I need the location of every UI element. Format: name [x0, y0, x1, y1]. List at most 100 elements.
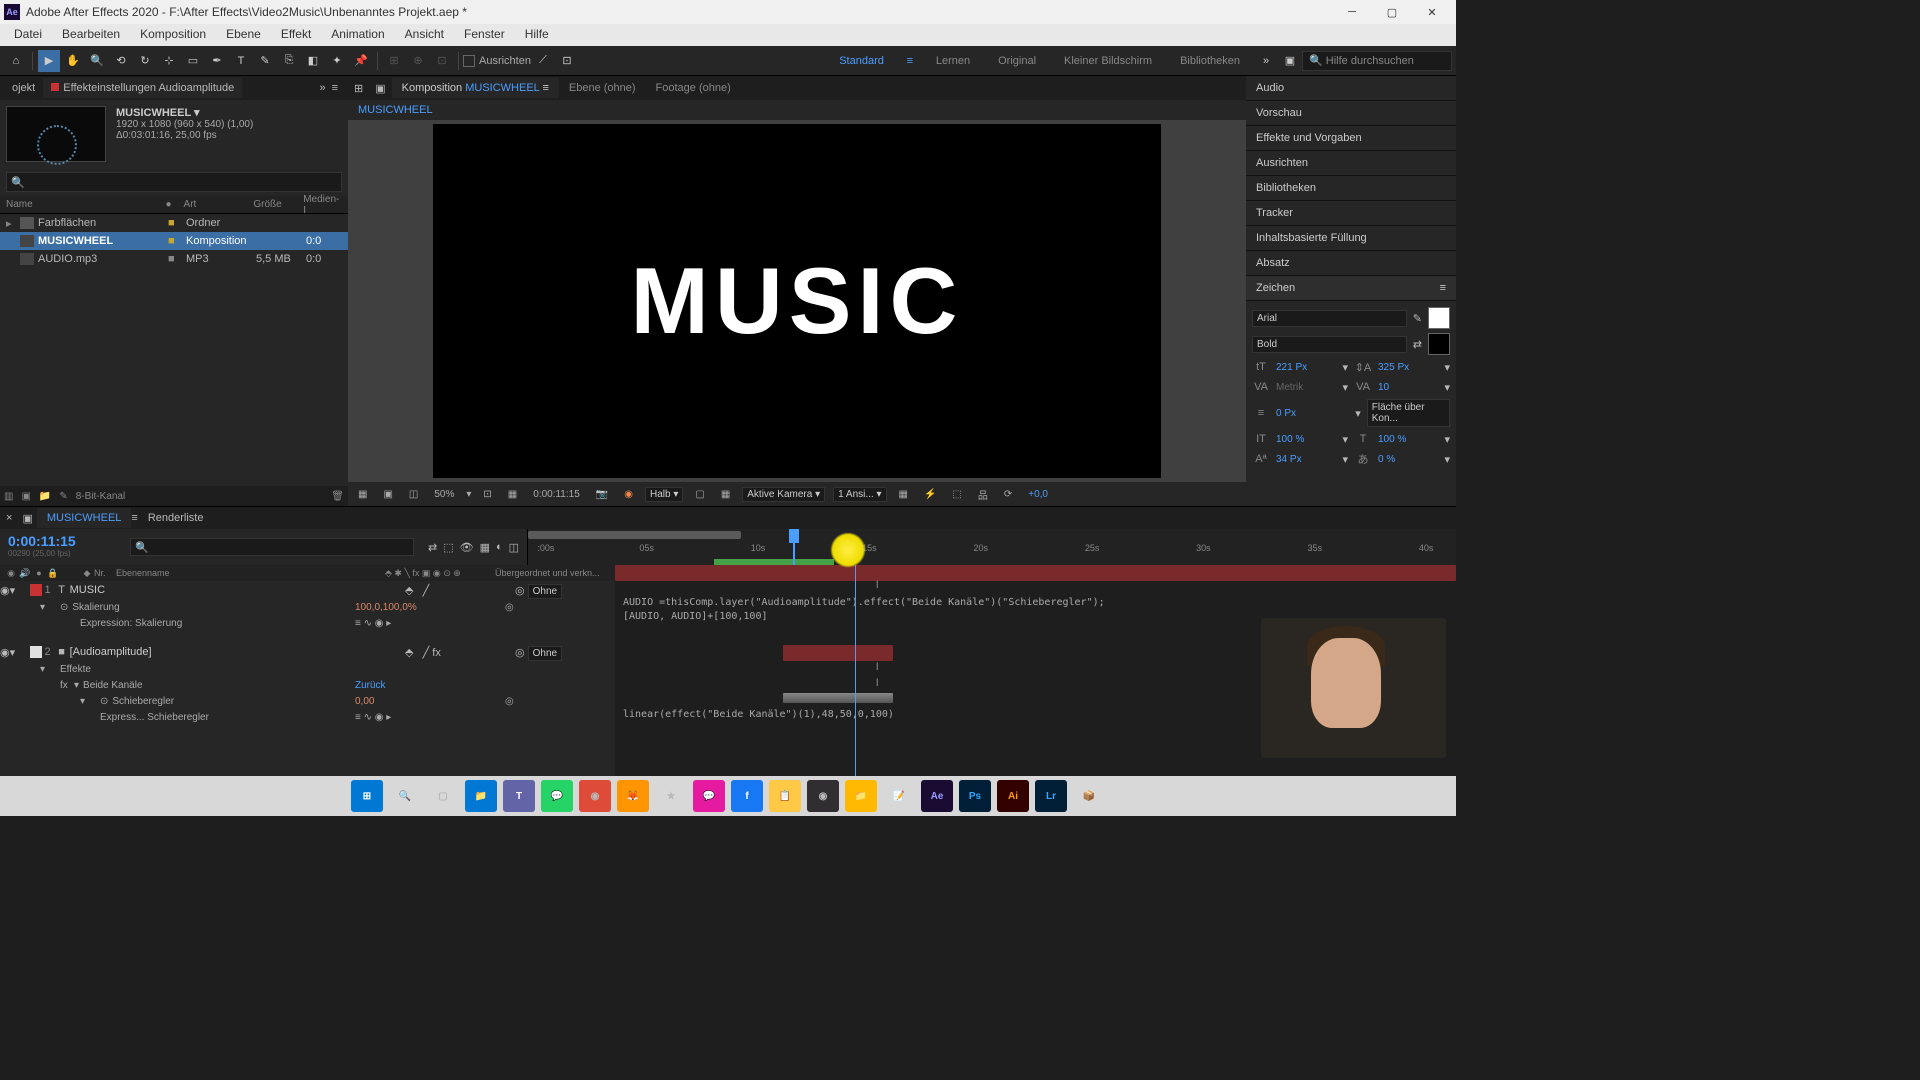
- teams-icon[interactable]: T: [503, 780, 535, 812]
- camera-select[interactable]: Aktive Kamera ▾: [742, 487, 825, 502]
- tab-layer[interactable]: Ebene (ohne): [559, 78, 646, 98]
- bit-depth[interactable]: 8-Bit-Kanal: [76, 491, 125, 502]
- new-folder-icon[interactable]: 📁: [39, 491, 51, 502]
- panel-menu-icon[interactable]: ≡: [1440, 282, 1446, 294]
- video-col-icon[interactable]: ◉: [4, 568, 18, 579]
- hscale-value[interactable]: 100 %: [1378, 434, 1438, 445]
- illustrator-icon[interactable]: Ai: [997, 780, 1029, 812]
- maximize-button[interactable]: ▢: [1372, 0, 1412, 24]
- task-view-button[interactable]: ▢: [427, 780, 459, 812]
- layer-color[interactable]: [30, 646, 42, 658]
- workspace-bibliotheken[interactable]: Bibliotheken: [1166, 55, 1254, 67]
- world-axis-icon[interactable]: ⊕: [407, 50, 429, 72]
- workspace-menu-icon[interactable]: ≡: [899, 50, 921, 72]
- exposure-value[interactable]: +0,0: [1024, 489, 1052, 500]
- panel-toggle-icon[interactable]: ▣: [1279, 50, 1301, 72]
- viewer-time[interactable]: 0:00:11:15: [529, 489, 584, 500]
- channel-icon[interactable]: ◉: [620, 489, 637, 500]
- panel-menu-icon[interactable]: ≡: [326, 82, 344, 94]
- photoshop-icon[interactable]: Ps: [959, 780, 991, 812]
- app-icon-grey[interactable]: ★: [655, 780, 687, 812]
- timeline-search[interactable]: 🔍: [130, 538, 414, 556]
- panel-audio[interactable]: Audio: [1246, 76, 1456, 101]
- lightroom-icon[interactable]: Lr: [1035, 780, 1067, 812]
- workspace-kleiner[interactable]: Kleiner Bildschirm: [1050, 55, 1166, 67]
- proxy-icon[interactable]: ✎: [59, 491, 67, 502]
- hide-shy-icon[interactable]: 👁: [460, 541, 474, 554]
- graph-editor-icon[interactable]: ◫: [509, 541, 519, 554]
- snap-checkbox[interactable]: [463, 55, 475, 67]
- comp-flowchart-icon[interactable]: ⇄: [428, 541, 437, 554]
- prop-expression-schieberegler[interactable]: Express... Schieberegler ≡ ∿ ◉ ▸: [0, 709, 615, 725]
- clone-tool[interactable]: ⎘: [278, 50, 300, 72]
- menu-bearbeiten[interactable]: Bearbeiten: [52, 24, 130, 46]
- explorer-icon[interactable]: 📁: [465, 780, 497, 812]
- minimize-button[interactable]: ─: [1332, 0, 1372, 24]
- shape-tool[interactable]: ▭: [182, 50, 204, 72]
- menu-komposition[interactable]: Komposition: [130, 24, 216, 46]
- menu-ebene[interactable]: Ebene: [216, 24, 271, 46]
- label-col-icon[interactable]: ◆: [80, 568, 94, 579]
- timeline-tab-render[interactable]: Renderliste: [138, 508, 214, 528]
- trash-icon[interactable]: 🗑: [331, 491, 344, 502]
- current-timecode[interactable]: 0:00:11:15: [8, 533, 122, 549]
- tracking-value[interactable]: 10: [1378, 382, 1438, 393]
- snap-options-icon[interactable]: ⟋: [532, 50, 554, 72]
- comp-mini-icon[interactable]: ▣: [369, 82, 391, 95]
- panel-inhaltsbasiert[interactable]: Inhaltsbasierte Füllung: [1246, 226, 1456, 251]
- workspace-overflow-icon[interactable]: »: [1255, 50, 1277, 72]
- timeline-icon[interactable]: ⬚: [948, 489, 965, 500]
- font-weight-select[interactable]: Bold: [1252, 336, 1407, 353]
- swap-colors-icon[interactable]: ⇄: [1413, 338, 1422, 351]
- baseline-value[interactable]: 34 Px: [1276, 454, 1336, 465]
- app-icon-misc[interactable]: 📦: [1073, 780, 1105, 812]
- flowchart-view-icon[interactable]: 品: [974, 487, 992, 502]
- interpret-icon[interactable]: ▥: [4, 491, 13, 502]
- panel-absatz[interactable]: Absatz: [1246, 251, 1456, 276]
- menu-datei[interactable]: Datei: [4, 24, 52, 46]
- anchor-tool[interactable]: ⊹: [158, 50, 180, 72]
- close-tab-icon[interactable]: ×: [0, 512, 18, 524]
- parent-select-1[interactable]: Ohne: [528, 584, 562, 599]
- views-select[interactable]: 1 Ansi... ▾: [833, 487, 886, 502]
- hand-tool[interactable]: ✋: [62, 50, 84, 72]
- layer-color[interactable]: [30, 584, 42, 596]
- expression-text-2[interactable]: linear(effect("Beide Kanäle")(1),48,50,0…: [623, 709, 894, 720]
- expression-text-1b[interactable]: [AUDIO, AUDIO]+[100,100]: [623, 611, 768, 622]
- facebook-icon[interactable]: f: [731, 780, 763, 812]
- folder-icon[interactable]: 📁: [845, 780, 877, 812]
- skalierung-value[interactable]: 100,0,100,0%: [355, 602, 505, 613]
- tsume-value[interactable]: 0 %: [1378, 454, 1438, 465]
- menu-hilfe[interactable]: Hilfe: [515, 24, 559, 46]
- draft-3d-icon[interactable]: ⬚: [443, 541, 453, 554]
- vscale-value[interactable]: 100 %: [1276, 434, 1336, 445]
- reset-exposure-icon[interactable]: ⟳: [1000, 489, 1016, 500]
- layer-1-bar[interactable]: [615, 565, 1456, 581]
- col-label[interactable]: ●: [160, 199, 178, 210]
- roto-tool[interactable]: ✦: [326, 50, 348, 72]
- expression-text-1[interactable]: AUDIO =thisComp.layer("Audioamplitude").…: [623, 597, 1105, 608]
- schieberegler-value[interactable]: 0,00: [355, 696, 505, 707]
- layer-row-1[interactable]: ◉ ▾ 1 T MUSIC ⬘ ╱ ◎ Ohne: [0, 581, 615, 599]
- mask-icon[interactable]: ▣: [379, 489, 396, 500]
- puppet-tool[interactable]: 📌: [350, 50, 372, 72]
- keyframe-marker[interactable]: I: [876, 661, 879, 673]
- viewer-area[interactable]: MUSIC: [348, 120, 1246, 482]
- messenger-icon[interactable]: 💬: [693, 780, 725, 812]
- whatsapp-icon[interactable]: 💬: [541, 780, 573, 812]
- solo-col-icon[interactable]: ●: [32, 568, 46, 578]
- parent-select-2[interactable]: Ohne: [528, 646, 562, 661]
- prop-effekte[interactable]: ▾Effekte: [0, 661, 615, 677]
- fast-preview-icon[interactable]: ⚡: [920, 489, 940, 500]
- lock-col-icon[interactable]: 🔒: [46, 568, 60, 579]
- layer-2-bar[interactable]: [783, 645, 892, 661]
- prop-schieberegler[interactable]: ▾⊙ Schieberegler 0,00 ◎: [0, 693, 615, 709]
- time-ruler[interactable]: :00s 05s 10s 15s 20s 25s 30s 35s 40s: [527, 529, 1456, 565]
- workspace-lernen[interactable]: Lernen: [922, 55, 984, 67]
- roi-toggle-icon[interactable]: ▢: [691, 489, 708, 500]
- rotate-tool[interactable]: ↻: [134, 50, 156, 72]
- app-icon-red[interactable]: ◉: [579, 780, 611, 812]
- roi-icon[interactable]: ◫: [405, 489, 422, 500]
- eyedropper-icon[interactable]: ✎: [1413, 312, 1422, 325]
- col-size[interactable]: Größe: [247, 199, 297, 210]
